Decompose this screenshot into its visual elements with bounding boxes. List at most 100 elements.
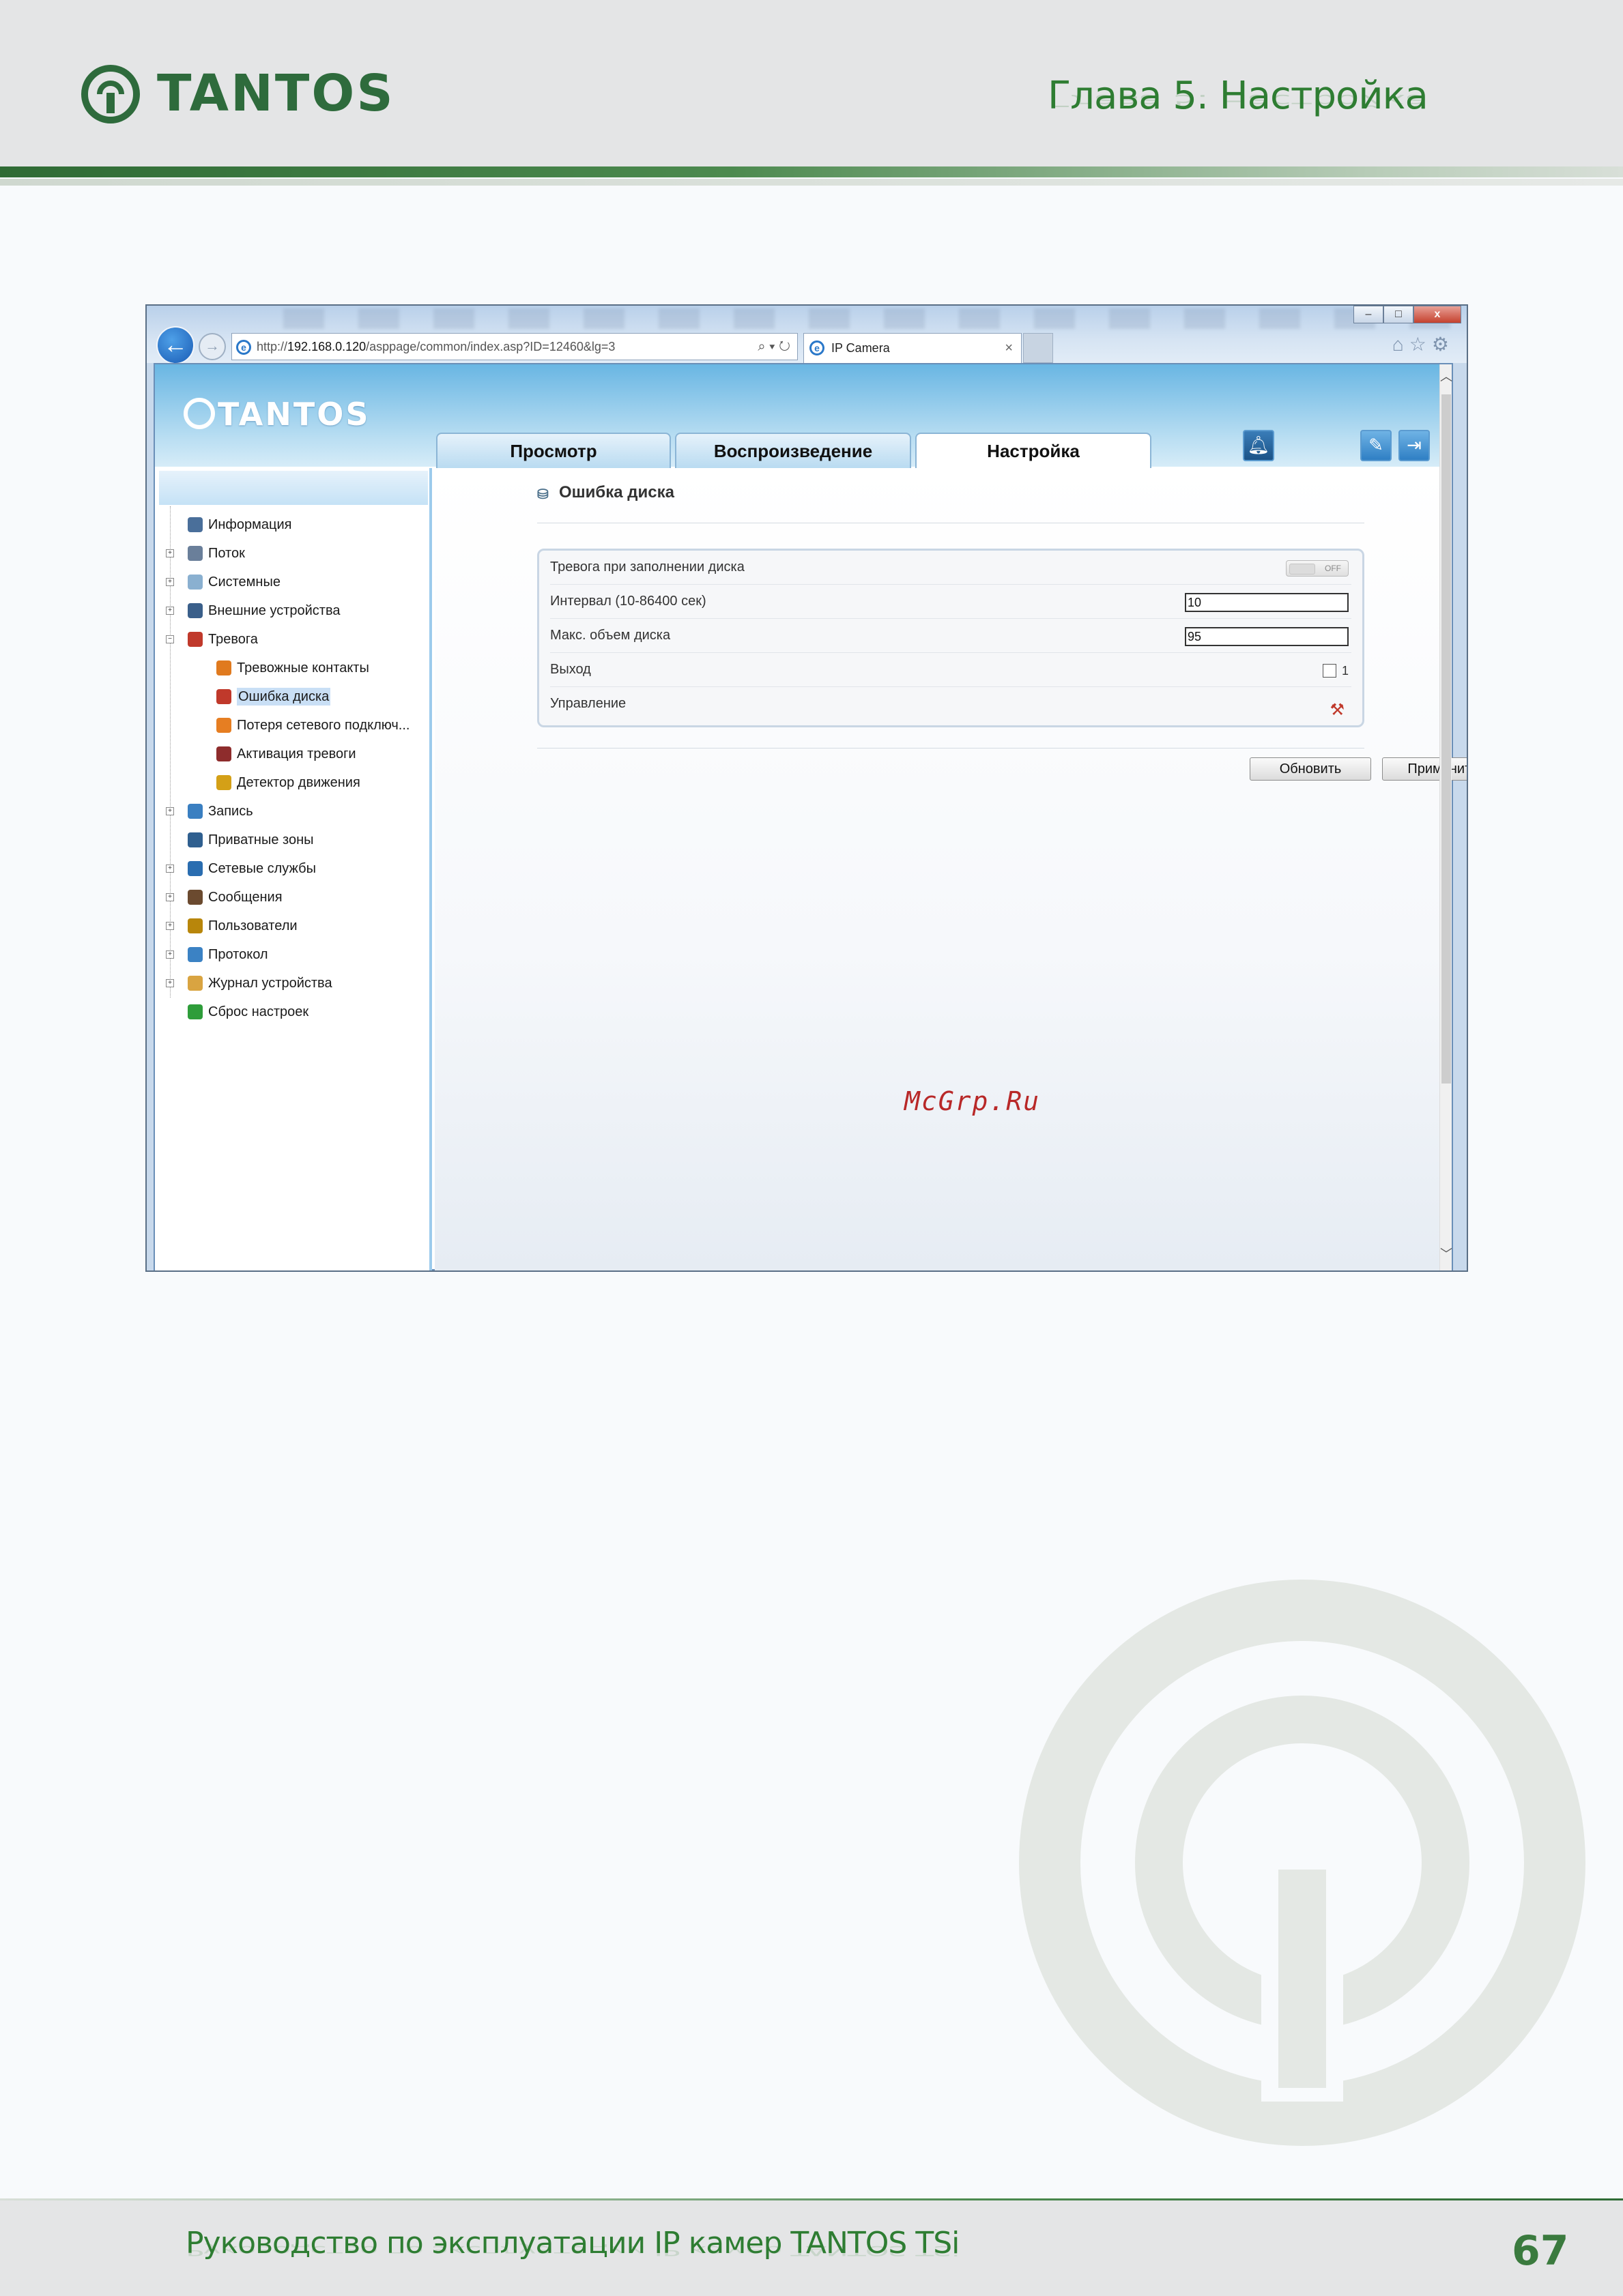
sidebar-item[interactable]: + Сообщения — [155, 883, 432, 912]
sidebar-item[interactable]: + Протокол — [155, 940, 432, 969]
tools-icon[interactable]: ⚒ — [1330, 694, 1345, 727]
browser-tab[interactable]: e IP Camera × — [803, 333, 1022, 363]
tab-settings[interactable]: Настройка — [915, 433, 1151, 469]
ie-tab-icon: e — [809, 340, 824, 355]
sidebar-item-label: Системные — [208, 575, 281, 590]
minimize-button[interactable]: – — [1353, 306, 1383, 323]
address-tools-icon[interactable]: ⌕ ▾ ↻ — [758, 334, 790, 360]
sidebar-item[interactable]: + Пользователи — [155, 912, 432, 940]
address-path: /asppage/common/index.asp?ID=12460&lg=3 — [366, 340, 616, 353]
page-header: TANTOS Глава 5. Настройка Глава 5. Настр… — [0, 0, 1623, 169]
sidebar-item-icon — [188, 603, 203, 618]
tab-view[interactable]: Просмотр — [436, 433, 671, 468]
sidebar-item[interactable]: + Внешние устройства — [155, 596, 432, 625]
page-number: 67 — [1512, 2227, 1569, 2275]
edit-icon[interactable]: ✎ — [1360, 430, 1392, 461]
sidebar-item[interactable]: + Сетевые службы — [155, 854, 432, 883]
ie-icon: e — [236, 340, 251, 355]
home-icon[interactable]: ⌂ — [1392, 334, 1409, 355]
tab-close-icon[interactable]: × — [1005, 334, 1013, 362]
star-icon[interactable]: ☆ — [1409, 334, 1432, 355]
tree-expand-icon[interactable]: − — [166, 635, 174, 643]
sidebar-item-label: Информация — [208, 517, 292, 532]
watermark-text: McGrp.Ru — [904, 1086, 1041, 1116]
sidebar-item-label: Ошибка диска — [237, 688, 331, 706]
close-button[interactable]: x — [1413, 306, 1461, 323]
disk-full-alarm-toggle[interactable]: OFF — [1286, 560, 1349, 577]
sidebar-item-label: Потеря сетевого подключ... — [237, 718, 410, 733]
sidebar-item[interactable]: Информация — [155, 510, 432, 539]
tree-expand-icon[interactable]: + — [166, 979, 174, 987]
header-brand: TANTOS — [157, 64, 395, 123]
vertical-scrollbar[interactable]: ︿ ﹀ — [1439, 364, 1452, 1270]
sidebar-item[interactable]: + Поток — [155, 539, 432, 568]
sidebar-item-icon — [188, 976, 203, 991]
tree-expand-icon[interactable]: + — [166, 893, 174, 901]
sidebar-item[interactable]: Детектор движения — [155, 768, 432, 797]
sidebar-item-label: Активация тревоги — [237, 746, 356, 761]
sidebar-item[interactable]: + Журнал устройства — [155, 969, 432, 998]
forward-button[interactable]: → — [199, 333, 226, 360]
sidebar-item-label: Детектор движения — [237, 775, 360, 790]
interval-input[interactable]: 10 — [1185, 593, 1349, 612]
logout-icon[interactable]: ⇥ — [1398, 430, 1430, 461]
browser-window: – □ x ← → e http://192.168.0.120/asppage… — [145, 304, 1468, 1272]
output-checkbox[interactable] — [1323, 664, 1336, 678]
browser-titlebar: – □ x ← → e http://192.168.0.120/asppage… — [147, 306, 1467, 364]
scroll-down-icon[interactable]: ﹀ — [1440, 1245, 1452, 1262]
tree-expand-icon[interactable]: + — [166, 607, 174, 615]
header-divider — [0, 166, 1623, 177]
sidebar-item-label: Сброс настроек — [208, 1004, 309, 1019]
form-row-output: Выход 1 — [550, 653, 1351, 687]
sidebar-item-icon — [188, 890, 203, 905]
sidebar-item-icon — [188, 546, 203, 561]
tree-expand-icon[interactable]: + — [166, 950, 174, 959]
output-label: Выход — [550, 662, 591, 677]
settings-tree: Информация + Поток + Системные + Внешние устро… — [155, 510, 432, 1026]
tree-expand-icon[interactable]: + — [166, 578, 174, 586]
sidebar-item-label: Поток — [208, 546, 245, 561]
app-logo-icon — [184, 398, 215, 429]
gear-icon[interactable]: ⚙ — [1432, 334, 1454, 355]
scroll-up-icon[interactable]: ︿ — [1440, 367, 1452, 385]
sidebar-item-icon — [216, 660, 231, 675]
sidebar-item[interactable]: Сброс настроек — [155, 998, 432, 1026]
sidebar-item-icon — [188, 804, 203, 819]
settings-sidebar: Информация + Поток + Системные + Внешние устро… — [155, 468, 432, 1270]
sidebar-item[interactable]: + Запись — [155, 797, 432, 826]
sidebar-item[interactable]: Потеря сетевого подключ... — [155, 711, 432, 740]
sidebar-item[interactable]: Ошибка диска — [155, 682, 432, 711]
sidebar-item[interactable]: Тревожные контакты — [155, 654, 432, 682]
sidebar-item[interactable]: + Системные — [155, 568, 432, 596]
sidebar-item-label: Внешние устройства — [208, 603, 341, 618]
tab-playback[interactable]: Воспроизведение — [675, 433, 911, 468]
maximize-button[interactable]: □ — [1383, 306, 1413, 323]
address-bar[interactable]: e http://192.168.0.120/asppage/common/in… — [231, 333, 798, 360]
new-tab-button[interactable] — [1023, 333, 1053, 363]
sidebar-item-icon — [188, 575, 203, 590]
tab-title: IP Camera — [831, 341, 890, 355]
disk-error-form: Тревога при заполнении диска OFF Интерва… — [537, 549, 1364, 727]
sidebar-item[interactable]: Активация тревоги — [155, 740, 432, 768]
output-checkbox-label: 1 — [1341, 664, 1349, 678]
disk-error-icon: ⛁ — [537, 487, 549, 502]
sidebar-item-icon — [188, 832, 203, 847]
sidebar-item-label: Сетевые службы — [208, 861, 316, 876]
tree-expand-icon[interactable]: + — [166, 549, 174, 557]
sidebar-item[interactable]: − Тревога — [155, 625, 432, 654]
sidebar-item-label: Запись — [208, 804, 253, 819]
app-header: TANTOS Просмотр Воспроизведение Настройк… — [155, 364, 1452, 469]
scroll-thumb[interactable] — [1441, 394, 1451, 1084]
manual-title-reflection: Руководство по эксплуатации IP камер TAN… — [186, 2243, 960, 2258]
form-divider — [537, 748, 1364, 749]
refresh-button[interactable]: Обновить — [1250, 757, 1371, 781]
tree-expand-icon[interactable]: + — [166, 864, 174, 873]
tree-expand-icon[interactable]: + — [166, 922, 174, 930]
tree-expand-icon[interactable]: + — [166, 807, 174, 815]
sidebar-item[interactable]: Приватные зоны — [155, 826, 432, 854]
bell-icon[interactable]: 🔔︎ — [1243, 430, 1274, 461]
max-disk-input[interactable]: 95 — [1185, 627, 1349, 646]
apply-button[interactable]: Применить — [1382, 757, 1467, 781]
sidebar-item-icon — [188, 918, 203, 933]
back-button[interactable]: ← — [156, 326, 195, 364]
